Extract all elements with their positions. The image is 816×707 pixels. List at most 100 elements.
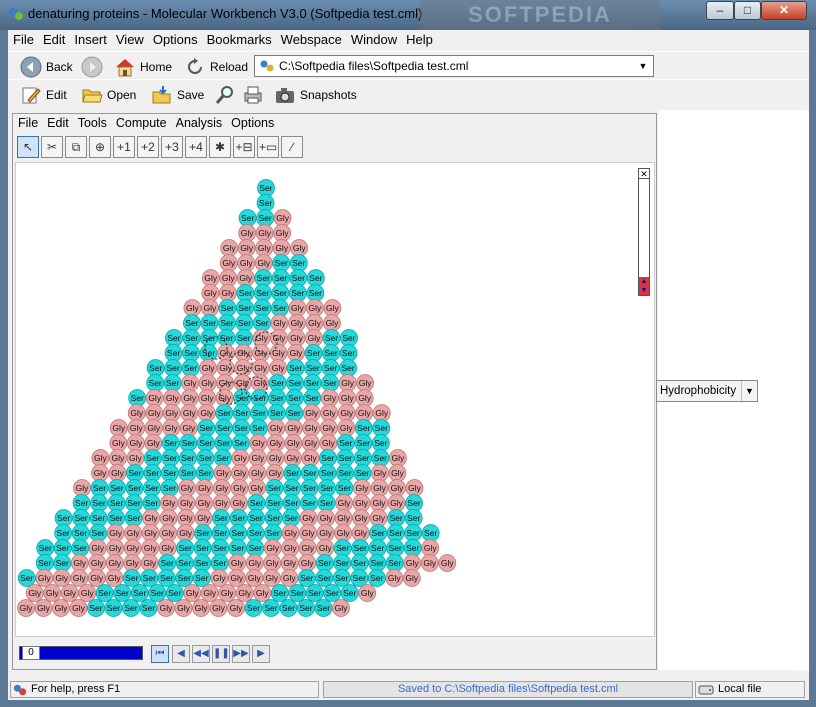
chevron-down-icon[interactable]: ▼ [635,58,651,74]
atom-label: Ser [214,513,227,523]
atom-label: Ser [302,498,315,508]
add-atom-2-icon[interactable]: +2 [137,136,159,158]
duplicate-icon[interactable]: ⧉ [65,136,87,158]
atom-label: Ser [218,408,231,418]
add-obstacle-icon[interactable]: +⊟ [233,136,255,158]
reload-button[interactable]: Reload [184,56,248,78]
play-backward-button[interactable]: ◀◀ [192,645,210,663]
arrow-up-icon[interactable]: ▲ [639,277,649,286]
select-rect-icon[interactable]: ✂ [41,136,63,158]
atom-label: Ser [57,513,70,523]
chevron-down-icon[interactable]: ▼ [741,381,757,401]
atom-label: Ser [149,363,162,373]
atom-label: Gly [234,453,248,463]
home-button[interactable]: Home [114,56,172,78]
atom-label: Gly [323,408,337,418]
atom-label: Ser [320,483,333,493]
simulation-canvas[interactable]: Ser Ser Ser Ser Gly Gly Gly Gly Gly Gly Gly Gly Gly G… [15,162,655,637]
step-forward-button[interactable]: ▶ [252,645,270,663]
address-combobox[interactable]: C:\Softpedia files\Softpedia test.cml ▼ [254,55,654,77]
atom-label: Ser [252,423,265,433]
close-icon[interactable]: ✕ [639,169,649,179]
heat-icon[interactable]: ✱ [209,136,231,158]
atom-label: Ser [166,363,179,373]
atom-label: Ser [338,483,351,493]
vertical-slider[interactable]: ✕ ▲ ▼ [638,168,650,296]
menu-options[interactable]: Options [153,30,198,47]
step-back-button[interactable]: ◀ [172,645,190,663]
rewind-to-start-button[interactable]: ⏮ [151,645,169,663]
menu-insert[interactable]: Insert [74,30,107,47]
atom-label: Gly [201,378,215,388]
atom-label: Ser [92,513,105,523]
close-button[interactable]: ✕ [761,1,807,20]
atom-label: Ser [167,348,180,358]
atom-label: Ser [338,468,351,478]
save-button[interactable]: Save [151,84,204,106]
model-menu-tools[interactable]: Tools [78,114,107,130]
add-rectangle-icon[interactable]: +▭ [257,136,279,158]
atom-label: Gly [182,423,196,433]
atom-label: Gly [160,603,174,613]
atom-label: Ser [145,483,158,493]
open-button[interactable]: Open [81,84,136,106]
menu-view[interactable]: View [116,30,144,47]
time-progress-bar[interactable]: 0 [19,646,143,660]
menu-file[interactable]: File [13,30,34,47]
snapshots-button[interactable]: Snapshots [274,84,357,106]
atom-label: Gly [291,318,305,328]
play-forward-button[interactable]: ▶▶ [232,645,250,663]
atom-label: Ser [110,483,123,493]
atom-label: Ser [20,573,33,583]
model-menu-edit[interactable]: Edit [47,114,69,130]
atom-label: Gly [231,558,245,568]
property-select[interactable]: Hydrophobicity ▼ [656,380,758,402]
status-help: For help, press F1 [10,681,319,698]
open-label: Open [107,88,137,102]
add-atom-3-icon[interactable]: +3 [161,136,183,158]
model-menu-analysis[interactable]: Analysis [176,114,223,130]
atom-label: Gly [258,228,272,238]
atom-label: Gly [338,498,352,508]
printer-icon [244,86,262,104]
add-atom-4-icon[interactable]: +4 [185,136,207,158]
frame-counter: 0 [22,646,40,660]
model-menu-compute[interactable]: Compute [116,114,167,130]
edit-button[interactable]: Edit [20,84,67,106]
app-icon [9,8,23,20]
menu-edit[interactable]: Edit [43,30,65,47]
atom-label: Gly [202,363,216,373]
atom-label: Ser [213,558,226,568]
atom-label: Ser [306,363,319,373]
menu-webspace[interactable]: Webspace [281,30,342,47]
wand-icon[interactable]: ∕ [281,136,303,158]
menu-help[interactable]: Help [406,30,433,47]
add-atom-1-icon[interactable]: +1 [113,136,135,158]
menu-window[interactable]: Window [351,30,397,47]
pause-button[interactable]: ❚❚ [212,645,230,663]
print-button[interactable] [242,84,264,106]
rotate-icon[interactable]: ⊕ [89,136,111,158]
atom-label: Gly [322,423,336,433]
model-menu-file[interactable]: File [18,114,38,130]
atom-label: Ser [271,393,284,403]
atom-label: Gly [111,468,125,478]
maximize-button[interactable]: □ [734,1,761,20]
back-button[interactable]: Back [20,56,73,78]
atom-label: Ser [357,438,370,448]
select-arrow-icon[interactable]: ↖ [17,136,39,158]
atom-label: Ser [214,543,227,553]
atom-label: Ser [291,288,304,298]
atom-label: Gly [195,603,209,613]
atom-label: Ser [306,393,319,403]
atom-label: Gly [237,348,251,358]
forward-button[interactable] [81,56,103,78]
atom-label: Ser [326,588,339,598]
minimize-button[interactable]: – [706,1,734,20]
find-button[interactable] [214,84,236,106]
arrow-down-icon[interactable]: ▼ [639,286,649,295]
menu-bookmarks[interactable]: Bookmarks [207,30,272,47]
atom-label: Ser [39,543,52,553]
model-menu-options[interactable]: Options [231,114,274,130]
atom-label: Gly [251,483,265,493]
